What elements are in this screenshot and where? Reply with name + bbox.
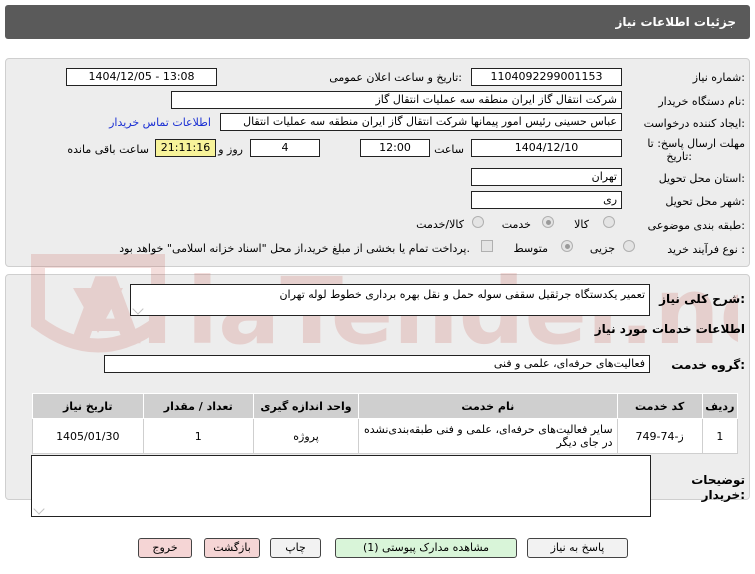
announce-date-label: تاریخ و ساعت اعلان عمومی: [329, 71, 462, 84]
category-service-label: خدمت [501, 218, 531, 231]
need-number-label: شماره نیاز: [692, 71, 745, 84]
creator-label: ایجاد کننده درخواست: [643, 117, 745, 130]
city-field: ری [471, 191, 622, 209]
announce-date-field: 1404/12/05 - 13:08 [66, 68, 217, 86]
table-row: 1 ز-74-749 سایر فعالیت‌های حرفه‌ای، علمی… [32, 418, 739, 454]
need-info-panel [5, 58, 750, 267]
col-unit: واحد اندازه گیری [253, 393, 359, 419]
buyer-notes-field [31, 455, 651, 517]
table-header-row: ردیف کد خدمت نام خدمت واحد اندازه گیری ت… [32, 393, 739, 419]
category-service-radio[interactable] [542, 216, 554, 228]
cell-code: ز-74-749 [616, 418, 703, 454]
reply-button[interactable]: پاسخ به نیاز [527, 538, 628, 558]
col-date: تاریخ نیاز [32, 393, 144, 419]
summary-field: تعمیر یکدستگاه جرثقیل سقفی سوله حمل و نق… [130, 284, 650, 316]
category-goods-service-radio[interactable] [472, 216, 484, 228]
province-field: تهران [471, 168, 622, 186]
category-goods-service-label: کالا/خدمت [416, 218, 464, 231]
category-goods-label: کالا [574, 218, 589, 231]
deadline-label-date: تاریخ: [666, 150, 692, 163]
deadline-time-field: 12:00 [360, 139, 430, 157]
cell-date: 1405/01/30 [32, 418, 144, 454]
col-row: ردیف [701, 393, 739, 419]
deadline-date-field: 1404/12/10 [471, 139, 622, 157]
remaining-time-label: ساعت باقی مانده [67, 143, 149, 156]
province-label: استان محل تحویل: [658, 172, 745, 185]
cell-qty: 1 [142, 418, 255, 454]
deadline-label-line1: مهلت ارسال پاسخ: تا [647, 137, 745, 150]
cell-unit: پروژه [253, 418, 359, 454]
buyer-field: شرکت انتقال گاز ایران منطقه سه عملیات ان… [171, 91, 622, 109]
service-group-label: گروه خدمت: [671, 358, 745, 372]
cell-row: 1 [701, 418, 739, 454]
days-and-label: روز و [218, 143, 243, 156]
service-group-field: فعالیت‌های حرفه‌ای، علمی و فنی [104, 355, 650, 373]
cell-name: سایر فعالیت‌های حرفه‌ای، علمی و فنی طبقه… [358, 418, 618, 454]
creator-field: عباس حسینی رئیس امور پیمانها شرکت انتقال… [220, 113, 622, 131]
services-info-title: اطلاعات خدمات مورد نیاز [594, 322, 745, 336]
exit-button[interactable]: خروج [138, 538, 192, 558]
deadline-time-label: ساعت [434, 143, 464, 156]
remaining-days-field: 4 [250, 139, 320, 157]
col-qty: تعداد / مقدار [142, 393, 255, 419]
category-label: طبقه بندی موضوعی: [647, 219, 745, 232]
buyer-contact-link[interactable]: اطلاعات تماس خریدار [109, 116, 211, 129]
buyer-notes-label-2: خریدار: [701, 488, 745, 502]
remaining-time-field: 21:11:16 [155, 139, 216, 157]
page-title: جزئیات اطلاعات نیاز [615, 15, 736, 29]
buyer-notes-label: توضیحات [691, 473, 745, 487]
summary-label: شرح کلی نیاز: [659, 292, 745, 306]
attachments-button[interactable]: مشاهده مدارک پیوستی (1) [335, 538, 517, 558]
col-code: کد خدمت [616, 393, 703, 419]
back-button[interactable]: بازگشت [204, 538, 260, 558]
buyer-label: نام دستگاه خریدار: [658, 95, 745, 108]
col-name: نام خدمت [358, 393, 618, 419]
services-table: ردیف کد خدمت نام خدمت واحد اندازه گیری ت… [32, 393, 739, 454]
print-button[interactable]: چاپ [270, 538, 321, 558]
category-goods-radio[interactable] [603, 216, 615, 228]
city-label: شهر محل تحویل: [665, 195, 745, 208]
deadline-label: مهلت ارسال پاسخ: تا [647, 137, 745, 150]
page-header: جزئیات اطلاعات نیاز [5, 5, 750, 39]
need-number-field: 1104092299001153 [471, 68, 622, 86]
